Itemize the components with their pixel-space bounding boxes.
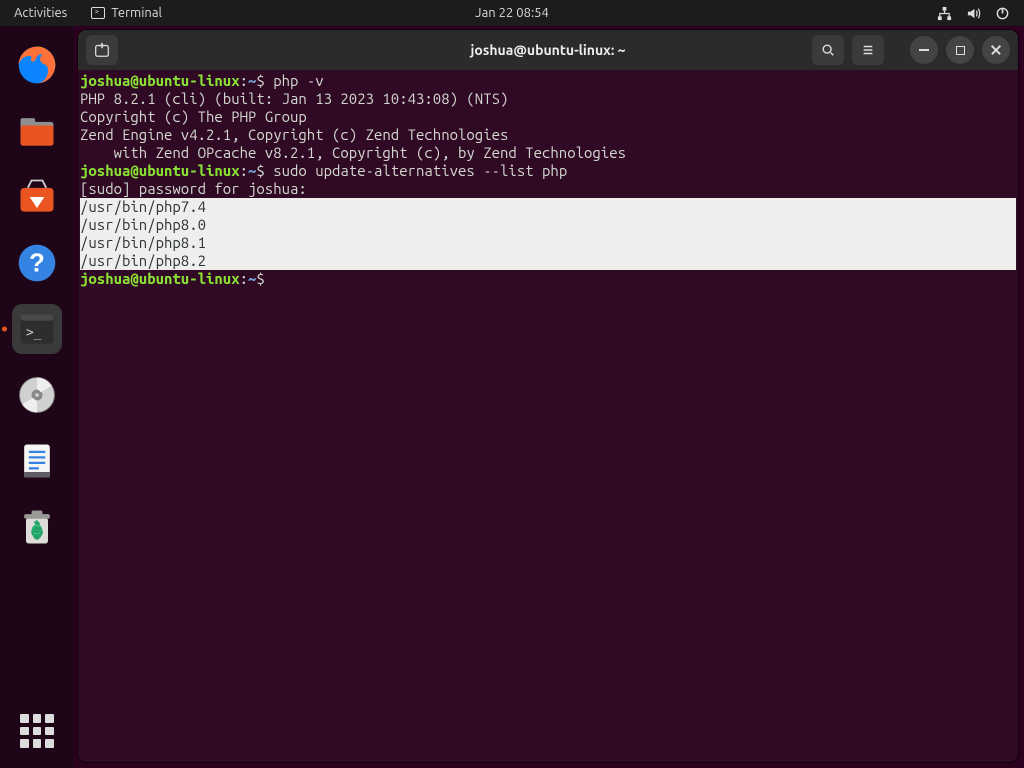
disk-icon [15, 373, 59, 417]
output-line: [sudo] password for joshua: [80, 180, 307, 197]
clock[interactable]: Jan 22 08:54 [475, 6, 549, 20]
highlighted-output: /usr/bin/php8.1 [80, 234, 1016, 252]
focused-app-label: Terminal [111, 6, 162, 20]
cursor-position [265, 270, 273, 287]
dock-software[interactable] [12, 172, 62, 222]
terminal-app-icon: >_ [15, 307, 59, 351]
minimize-icon [919, 49, 929, 51]
trash-icon: ♻ [15, 505, 59, 549]
maximize-icon [956, 46, 965, 55]
command-2: sudo update-alternatives --list php [273, 162, 567, 179]
close-icon [990, 44, 1002, 56]
volume-icon [966, 6, 981, 21]
dock-help[interactable]: ? [12, 238, 62, 288]
output-line: PHP 8.2.1 (cli) (built: Jan 13 2023 10:4… [80, 90, 508, 107]
prompt-user: joshua@ubuntu-linux [80, 270, 240, 287]
highlighted-output: /usr/bin/php7.4 [80, 198, 1016, 216]
highlighted-output: /usr/bin/php8.2 [80, 252, 1016, 270]
focused-app-menu[interactable]: Terminal [81, 6, 172, 20]
minimize-button[interactable] [910, 36, 938, 64]
software-icon [15, 175, 59, 219]
firefox-icon [15, 43, 59, 87]
search-icon [821, 43, 835, 57]
system-tray[interactable] [937, 6, 1024, 21]
gnome-top-bar: Activities Terminal Jan 22 08:54 [0, 0, 1024, 26]
texteditor-icon [15, 439, 59, 483]
dock-texteditor[interactable] [12, 436, 62, 486]
show-applications-button[interactable] [20, 714, 54, 748]
help-icon: ? [15, 241, 59, 285]
window-title: joshua@ubuntu-linux: ~ [470, 42, 625, 58]
new-tab-icon [93, 41, 111, 59]
terminal-viewport[interactable]: joshua@ubuntu-linux:~$ php -v PHP 8.2.1 … [78, 70, 1018, 762]
dock-trash[interactable]: ♻ [12, 502, 62, 552]
dock: ? >_ ♻ [0, 26, 74, 768]
output-line: with Zend OPcache v8.2.1, Copyright (c),… [80, 144, 626, 161]
power-icon [995, 6, 1010, 21]
files-icon [15, 109, 59, 153]
window-titlebar: joshua@ubuntu-linux: ~ [78, 30, 1018, 70]
highlighted-output: /usr/bin/php8.0 [80, 216, 1016, 234]
activities-button[interactable]: Activities [0, 6, 81, 20]
terminal-icon [91, 7, 105, 19]
search-button[interactable] [812, 35, 844, 65]
prompt-user: joshua@ubuntu-linux [80, 162, 240, 179]
dock-disk[interactable] [12, 370, 62, 420]
dock-firefox[interactable] [12, 40, 62, 90]
svg-text:>_: >_ [26, 325, 42, 340]
output-line: Copyright (c) The PHP Group [80, 108, 307, 125]
network-icon [937, 6, 952, 21]
command-1: php -v [273, 72, 323, 89]
new-tab-button[interactable] [86, 35, 118, 65]
dock-files[interactable] [12, 106, 62, 156]
hamburger-menu-button[interactable] [852, 35, 884, 65]
output-line: Zend Engine v4.2.1, Copyright (c) Zend T… [80, 126, 508, 143]
maximize-button[interactable] [946, 36, 974, 64]
svg-text:?: ? [29, 249, 45, 277]
terminal-window: joshua@ubuntu-linux: ~ joshua@ubuntu-lin… [78, 30, 1018, 762]
prompt-user: joshua@ubuntu-linux [80, 72, 240, 89]
hamburger-icon [861, 43, 875, 57]
dock-terminal[interactable]: >_ [12, 304, 62, 354]
svg-text:♻: ♻ [30, 524, 45, 542]
close-button[interactable] [982, 36, 1010, 64]
